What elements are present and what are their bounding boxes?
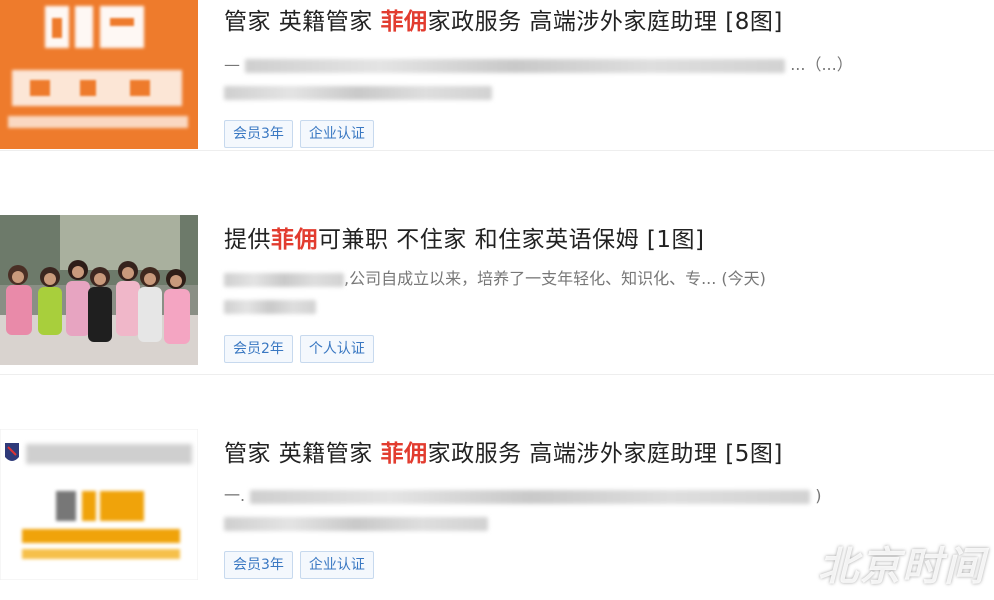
blurred-contact	[224, 516, 488, 531]
listing-meta	[224, 297, 316, 315]
listing-thumbnail[interactable]	[0, 215, 198, 365]
title-highlight: 菲佣	[380, 9, 428, 35]
listing-results: 管家 英籍管家 菲佣家政服务 高端涉外家庭助理 [8图] — ...（...） …	[0, 0, 994, 600]
description-text: ...（...）	[790, 55, 853, 74]
listing-meta	[224, 83, 492, 101]
blurred-text	[245, 58, 786, 73]
blurred-text	[250, 489, 811, 504]
listing-thumbnail[interactable]	[0, 429, 198, 580]
description-text: —	[224, 55, 240, 74]
listing-thumbnail[interactable]	[0, 0, 198, 149]
listing-title[interactable]: 管家 英籍管家 菲佣家政服务 高端涉外家庭助理 [8图]	[224, 2, 783, 36]
blurred-contact	[224, 299, 316, 314]
description-text: )	[815, 486, 822, 505]
group-photo-image	[0, 215, 198, 365]
title-text: 管家 英籍管家	[224, 441, 381, 467]
listing-item[interactable]: 提供菲佣可兼职 不住家 和住家英语保姆 [1图] ,公司自成立以来，培养了一支年…	[0, 190, 994, 375]
listing-tags: 会员2年 个人认证	[224, 335, 374, 363]
title-text: 家政服务 高端涉外家庭助理 [5图]	[427, 441, 783, 467]
company-logo-image	[0, 429, 198, 580]
blurred-contact	[224, 85, 492, 100]
listing-item[interactable]: 管家 英籍管家 菲佣家政服务 高端涉外家庭助理 [8图] — ...（...） …	[0, 0, 994, 151]
listing-meta	[224, 514, 488, 532]
title-text: 管家 英籍管家	[224, 9, 381, 35]
description-text: ,公司自成立以来，培养了一支年轻化、知识化、专... (今天)	[344, 269, 766, 288]
watermark-logo: 北京时间	[818, 544, 986, 590]
listing-tags: 会员3年 企业认证	[224, 551, 374, 579]
listing-tags: 会员3年 企业认证	[224, 120, 374, 148]
listing-description: — ...（...）	[224, 51, 853, 75]
title-text: 提供	[224, 227, 271, 253]
title-text: 可兼职 不住家 和住家英语保姆 [1图]	[318, 227, 705, 253]
title-highlight: 菲佣	[380, 441, 428, 467]
title-text: 家政服务 高端涉外家庭助理 [8图]	[427, 9, 783, 35]
title-highlight: 菲佣	[271, 227, 318, 253]
description-text: 一.	[224, 486, 246, 505]
verification-badge[interactable]: 个人认证	[299, 335, 374, 363]
listing-description: 一. )	[224, 482, 822, 506]
verification-badge[interactable]: 企业认证	[299, 120, 374, 148]
listing-title[interactable]: 管家 英籍管家 菲佣家政服务 高端涉外家庭助理 [5图]	[224, 434, 783, 468]
blurred-text	[224, 272, 344, 287]
listing-title[interactable]: 提供菲佣可兼职 不住家 和住家英语保姆 [1图]	[224, 220, 705, 254]
company-logo-image	[0, 0, 198, 149]
membership-badge[interactable]: 会员3年	[224, 551, 293, 579]
membership-badge[interactable]: 会员2年	[224, 335, 293, 363]
verification-badge[interactable]: 企业认证	[299, 551, 374, 579]
listing-description: ,公司自成立以来，培养了一支年轻化、知识化、专... (今天)	[224, 265, 766, 289]
membership-badge[interactable]: 会员3年	[224, 120, 293, 148]
